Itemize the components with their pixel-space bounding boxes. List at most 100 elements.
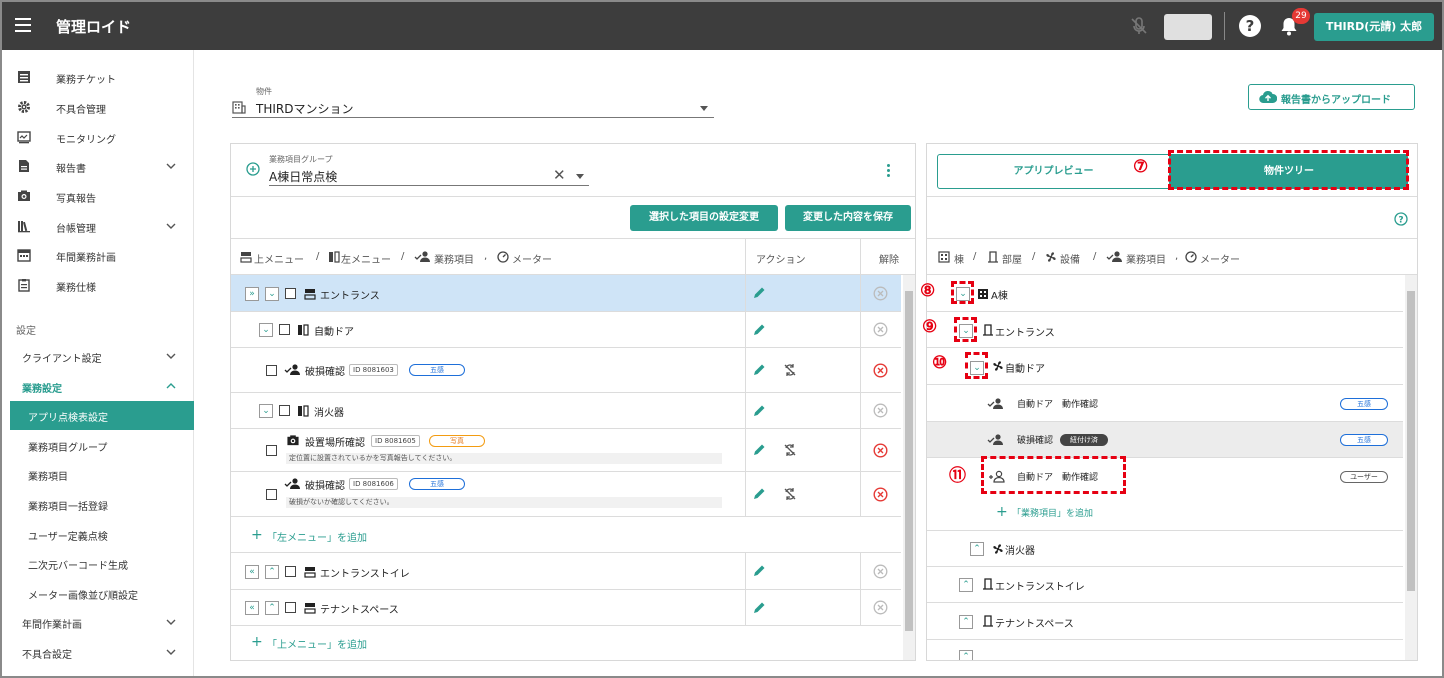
clear-icon[interactable]: ✕ — [553, 166, 566, 184]
sidebar-item-meter-order[interactable]: メーター画像並び順設定 — [2, 579, 194, 608]
chevron-up-icon[interactable]: ⌃ — [265, 565, 279, 579]
sidebar-item-annual-plan[interactable]: 年間業務計画 — [2, 241, 194, 270]
sidebar-item-specs[interactable]: 業務仕様 — [2, 271, 194, 300]
upload-from-report-button[interactable]: 報告書からアップロード — [1248, 84, 1415, 110]
menu-icon[interactable] — [15, 18, 31, 32]
annotation-box — [954, 317, 977, 342]
chevron-up-icon[interactable]: ⌃ — [959, 650, 973, 660]
save-changes-button[interactable]: 変更した内容を保存 — [785, 205, 911, 231]
expand-all-icon[interactable]: « — [245, 601, 259, 615]
row-checkbox[interactable] — [266, 445, 277, 456]
row-checkbox[interactable] — [266, 365, 277, 376]
door-icon — [983, 578, 993, 590]
help-icon[interactable]: ? — [1239, 15, 1261, 37]
action-cell — [745, 275, 861, 311]
sidebar-item-tickets[interactable]: 業務チケット — [2, 63, 194, 92]
add-top-menu-link[interactable]: 「上メニュー」を追加 — [267, 636, 367, 651]
tree-row-building[interactable]: ⌄ A棟 — [927, 275, 1403, 312]
row-checkbox[interactable] — [279, 324, 290, 335]
remove-circle-icon[interactable] — [873, 363, 888, 378]
sidebar-item-defects[interactable]: 不具合管理 — [2, 93, 194, 122]
edit-icon[interactable] — [752, 487, 766, 501]
tree-row-room[interactable]: ⌃ テナントスペース — [927, 603, 1403, 640]
sidebar-item-annual-work[interactable]: 年間作業計画 — [2, 608, 194, 637]
mic-off-icon[interactable] — [1128, 15, 1150, 37]
table-row[interactable]: 破損確認 ID 8081603 五感 — [231, 348, 901, 393]
unlink-icon[interactable] — [783, 443, 797, 457]
sidebar-item-items[interactable]: 業務項目 — [2, 460, 194, 489]
edit-icon[interactable] — [752, 443, 766, 457]
add-item-link[interactable]: 「業務項目」を追加 — [1012, 506, 1093, 519]
tree-row-item[interactable]: 自動ドア 動作確認 五感 — [927, 385, 1403, 422]
expand-all-icon[interactable]: « — [245, 565, 259, 579]
sidebar-item-ledger[interactable]: 台帳管理 — [2, 212, 194, 241]
sidebar-item-photo-reports[interactable]: 写真報告 — [2, 182, 194, 211]
chevron-down-icon[interactable]: ⌄ — [259, 323, 273, 337]
plus-icon[interactable]: + — [251, 634, 263, 650]
add-circle-icon[interactable] — [246, 162, 260, 176]
group-select[interactable]: A棟日常点検 ✕ — [269, 166, 589, 186]
collapse-all-icon[interactable]: » — [245, 287, 259, 301]
help-circle-icon[interactable]: ? — [1394, 212, 1408, 226]
table-row[interactable]: « ⌃ エントランストイレ — [231, 553, 901, 590]
grey-button[interactable]: 管理 — [1164, 14, 1212, 40]
sidebar-item-work-settings[interactable]: 業務設定 — [2, 372, 194, 401]
tree-row-equipment[interactable]: ⌄ 自動ドア — [927, 348, 1403, 385]
more-options-icon[interactable] — [887, 164, 891, 178]
sidebar-item-item-groups[interactable]: 業務項目グループ — [2, 431, 194, 460]
tree-row-room[interactable]: ⌄ エントランス — [927, 312, 1403, 348]
sidebar-item-defect-settings[interactable]: 不具合設定 — [2, 638, 194, 667]
table-row[interactable]: 破損確認 ID 8081606 五感 破損がないか確認してください。 — [231, 472, 901, 517]
remove-circle-icon[interactable] — [873, 487, 888, 502]
sidebar-item-monitoring[interactable]: モニタリング — [2, 123, 194, 152]
sidebar-item-reports[interactable]: 報告書 — [2, 152, 194, 181]
tree-row-equipment[interactable]: ⌃ 消火器 — [927, 531, 1403, 567]
edit-icon[interactable] — [752, 286, 766, 300]
sidebar-item-qr-code[interactable]: 二次元バーコード生成 — [2, 549, 194, 578]
table-row[interactable]: ⌄ 自動ドア — [231, 312, 901, 348]
plus-icon[interactable]: + — [996, 504, 1008, 520]
add-left-menu-link[interactable]: 「左メニュー」を追加 — [267, 529, 367, 544]
sidebar-item-app-checklist[interactable]: アプリ点検表設定 — [10, 401, 194, 430]
scrollbar-thumb[interactable] — [1407, 291, 1415, 591]
edit-icon[interactable] — [752, 363, 766, 377]
plus-icon[interactable]: + — [251, 527, 263, 543]
scrollbar[interactable] — [1405, 275, 1417, 660]
unlink-icon[interactable] — [783, 363, 797, 377]
chevron-up-icon[interactable]: ⌃ — [265, 601, 279, 615]
row-label: 設置場所確認 — [305, 438, 365, 449]
property-select[interactable]: THIRDマンション — [232, 98, 714, 118]
sidebar-item-label: 業務項目グループ — [28, 443, 108, 454]
table-row[interactable]: » ⌄ エントランス — [231, 275, 901, 312]
chevron-down-icon[interactable]: ⌄ — [259, 404, 273, 418]
scrollbar[interactable] — [903, 275, 915, 660]
sidebar-item-user-defined[interactable]: ユーザー定義点検 — [2, 520, 194, 549]
table-row[interactable]: 設置場所確認 ID 8081605 写真 定位置に設置されているかを写真報告して… — [231, 429, 901, 472]
edit-icon[interactable] — [752, 323, 766, 337]
row-checkbox[interactable] — [279, 405, 290, 416]
scrollbar-thumb[interactable] — [905, 291, 913, 631]
edit-icon[interactable] — [752, 564, 766, 578]
row-checkbox[interactable] — [285, 602, 296, 613]
user-button[interactable]: THIRD(元請) 太郎 — [1314, 13, 1434, 41]
row-checkbox[interactable] — [285, 288, 296, 299]
row-checkbox[interactable] — [266, 489, 277, 500]
tree-row-room[interactable]: ⌃ エントランストイレ — [927, 567, 1403, 603]
chevron-up-icon[interactable]: ⌃ — [959, 615, 973, 629]
row-checkbox[interactable] — [285, 566, 296, 577]
action-cell — [745, 348, 861, 392]
chevron-down-icon[interactable]: ⌄ — [265, 287, 279, 301]
apply-settings-button[interactable]: 選択した項目の設定変更 — [630, 205, 778, 231]
sidebar-item-client-settings[interactable]: クライアント設定 — [2, 342, 194, 371]
chevron-up-icon[interactable]: ⌃ — [970, 542, 984, 556]
chevron-up-icon[interactable]: ⌃ — [959, 578, 973, 592]
unlink-icon[interactable] — [783, 487, 797, 501]
edit-icon[interactable] — [752, 404, 766, 418]
remove-circle-icon[interactable] — [873, 443, 888, 458]
tree-row-item[interactable]: 破損確認 紐付け済 五感 — [927, 422, 1403, 458]
table-row[interactable]: ⌄ 消火器 — [231, 393, 901, 429]
edit-icon[interactable] — [752, 601, 766, 615]
table-row[interactable]: « ⌃ テナントスペース — [231, 590, 901, 626]
sidebar-item-bulk-register[interactable]: 業務項目一括登録 — [2, 490, 194, 519]
remove-cell — [860, 590, 901, 625]
